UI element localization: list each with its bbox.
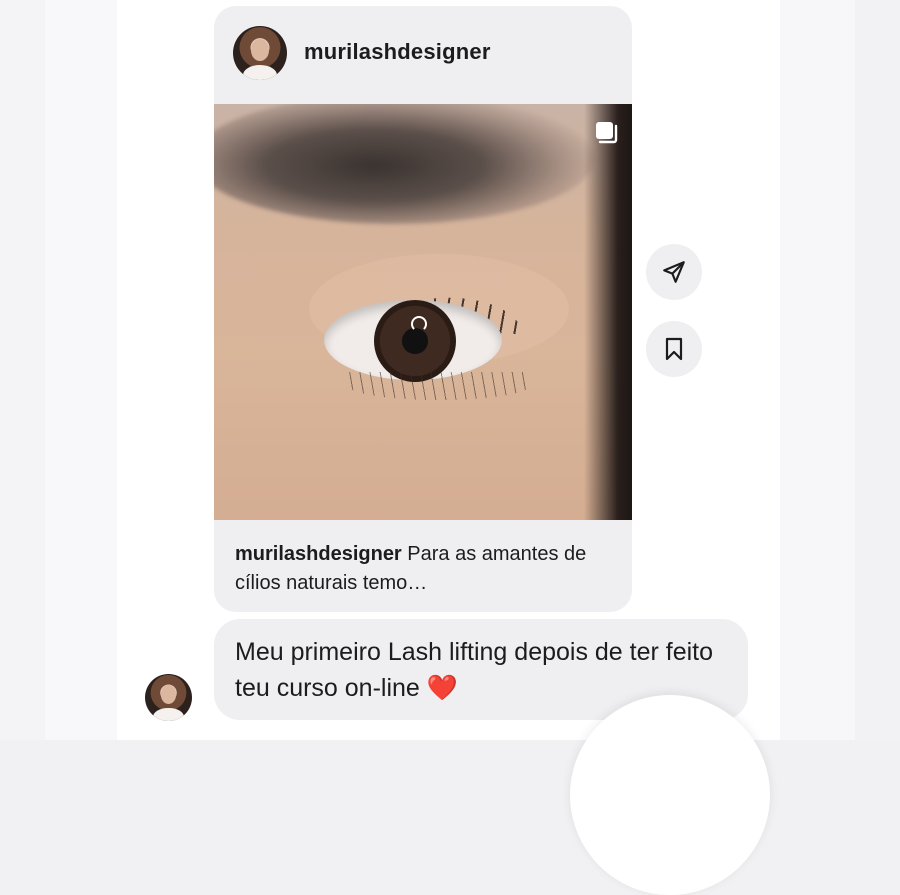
bookmark-icon [665,337,683,361]
shared-post-card[interactable]: murilashdesigner murilashdesigner Para a… [214,6,632,612]
sender-avatar[interactable] [145,674,192,721]
floating-bottom-element [570,695,770,895]
message-body: Meu primeiro Lash lifting depois de ter … [235,638,714,702]
post-header[interactable]: murilashdesigner [214,6,632,104]
multiple-images-icon [596,122,618,144]
post-image[interactable] [214,104,632,520]
paper-plane-icon [663,261,685,283]
share-button[interactable] [646,244,702,300]
caption-username: murilashdesigner [235,543,402,565]
right-backdrop [855,0,900,740]
heart-emoji-icon: ❤️ [426,674,458,702]
post-caption[interactable]: murilashdesigner Para as amantes de cíli… [235,540,620,598]
save-button[interactable] [646,321,702,377]
left-backdrop-inner [45,0,117,740]
left-backdrop [0,0,45,740]
post-username[interactable]: murilashdesigner [304,39,491,65]
post-author-avatar[interactable] [233,26,287,80]
right-backdrop-inner [780,0,855,740]
